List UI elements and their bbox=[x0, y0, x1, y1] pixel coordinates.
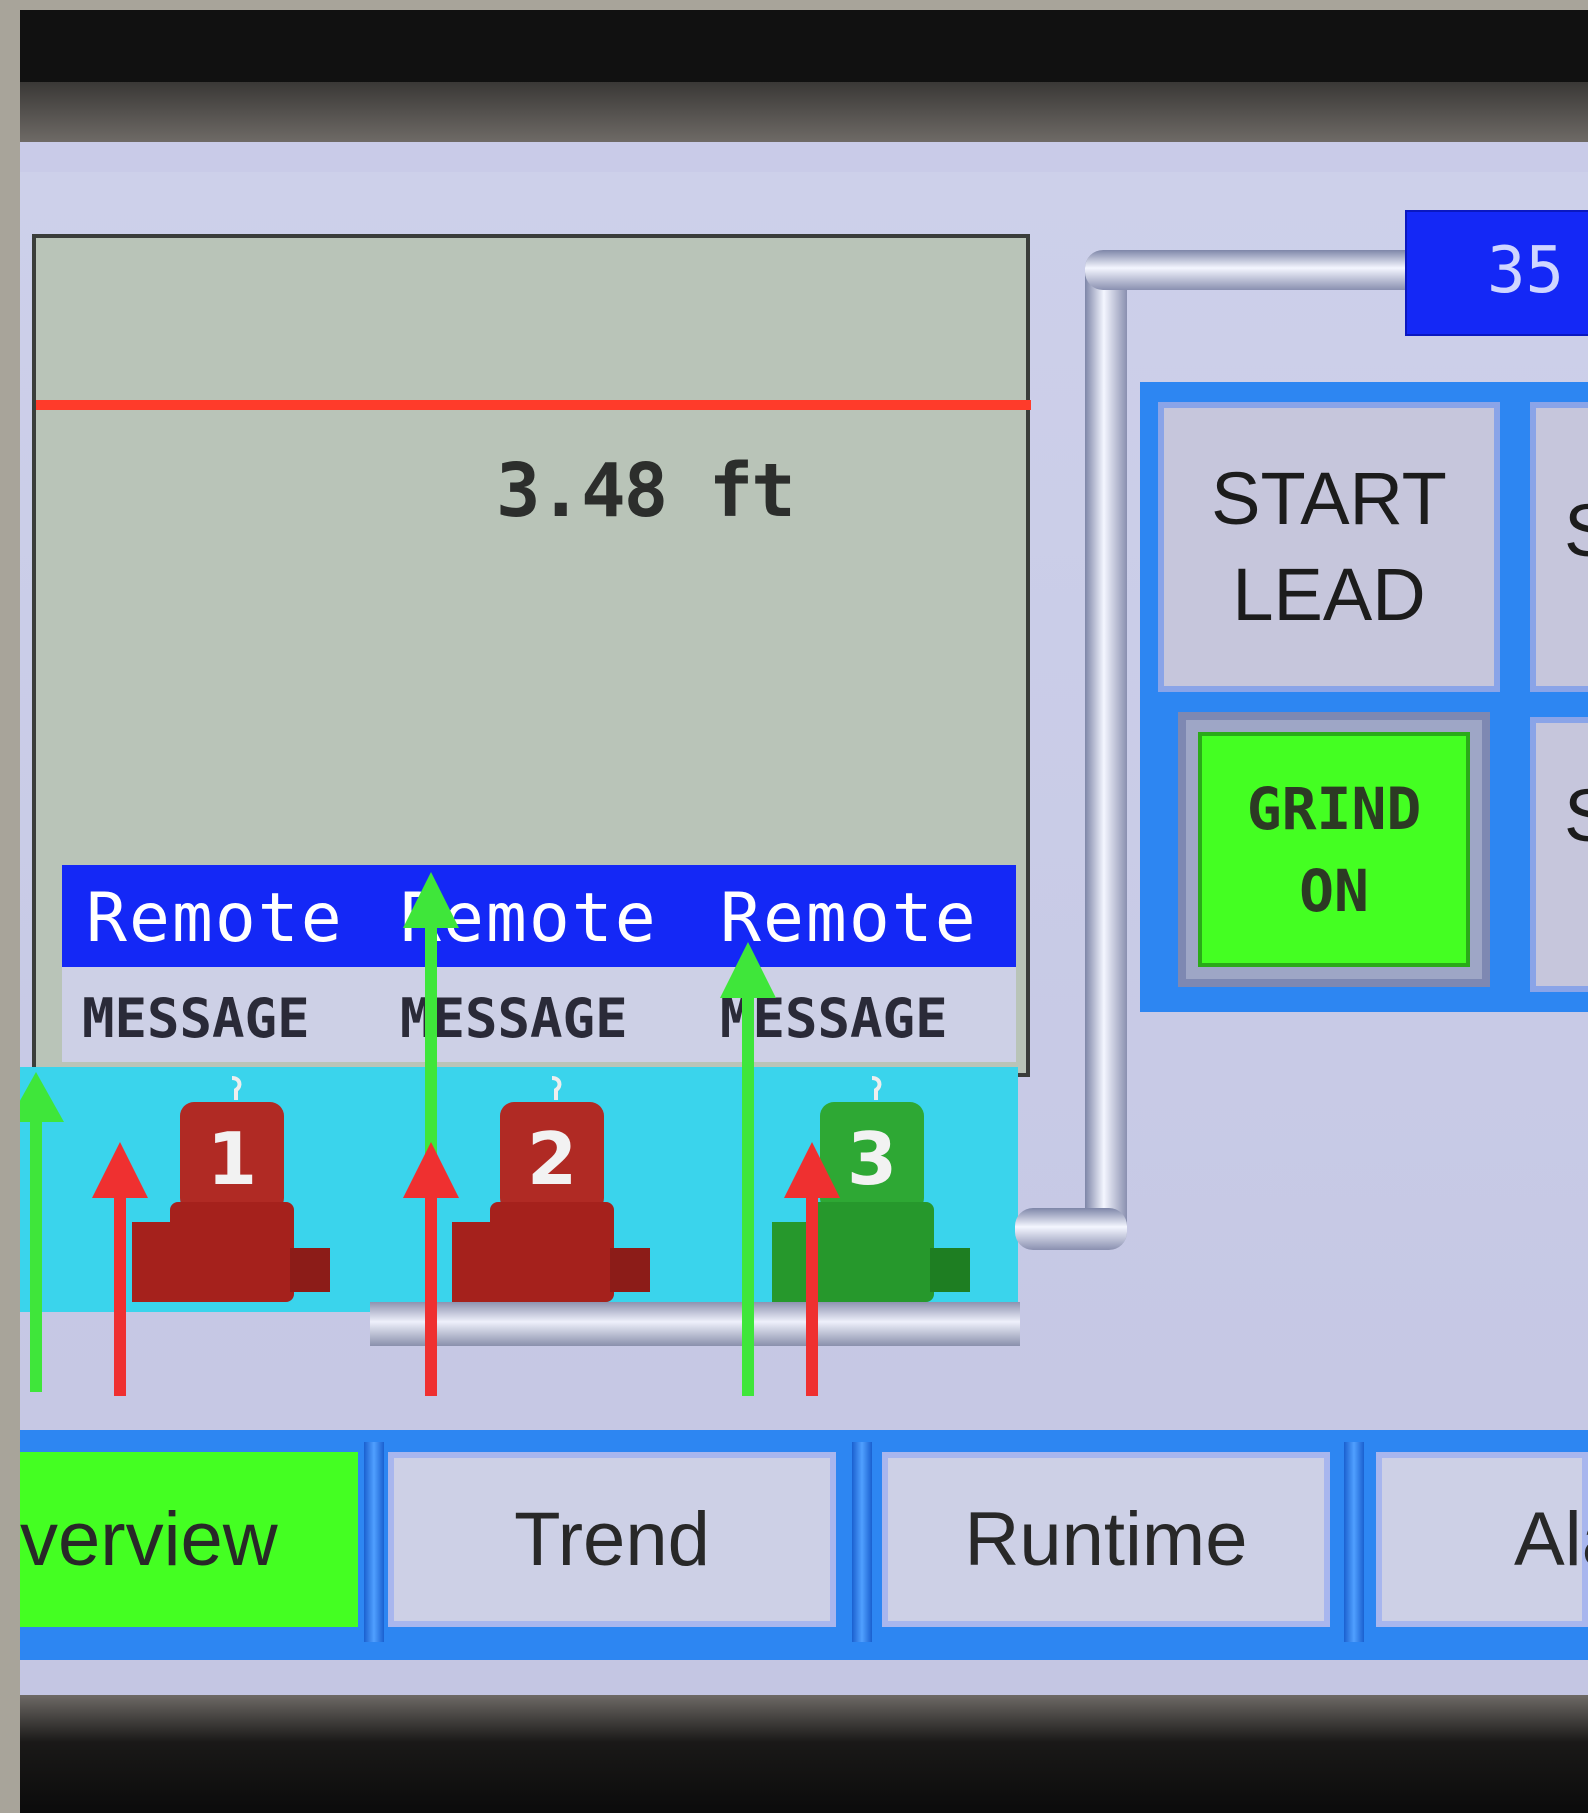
tab-alarms-label: Ala bbox=[1514, 1497, 1588, 1582]
tab-trend[interactable]: Trend bbox=[388, 1452, 836, 1627]
well-level-reading: 3.48 ft bbox=[496, 448, 796, 534]
monitor-bezel-band bbox=[20, 82, 1588, 142]
pump-1-message: MESSAGE bbox=[82, 987, 310, 1050]
pump-2[interactable]: 2 bbox=[452, 1072, 652, 1312]
pump-1-remote-label: Remote bbox=[86, 879, 344, 958]
tab-alarms[interactable]: Ala bbox=[1376, 1452, 1588, 1627]
pump-3-number: 3 bbox=[847, 1117, 897, 1201]
partial-control-label-bottom: S bbox=[1564, 773, 1588, 858]
start-lead-button[interactable]: START LEAD bbox=[1158, 402, 1500, 692]
tab-divider bbox=[364, 1442, 384, 1642]
start-lead-line2: LEAD bbox=[1232, 553, 1426, 636]
partial-control-button-bottom[interactable]: S bbox=[1530, 717, 1588, 992]
start-lead-line1: START bbox=[1211, 457, 1447, 540]
monitor-bezel-bottom bbox=[20, 1695, 1588, 1813]
discharge-pipe-elbow bbox=[1015, 1208, 1127, 1250]
tab-runtime[interactable]: Runtime bbox=[882, 1452, 1330, 1627]
pump-2-number: 2 bbox=[527, 1117, 577, 1201]
pump-1[interactable]: 1 bbox=[132, 1072, 332, 1312]
tab-trend-label: Trend bbox=[514, 1497, 710, 1582]
high-level-line bbox=[36, 400, 1031, 410]
tab-runtime-label: Runtime bbox=[964, 1497, 1248, 1582]
tab-overview[interactable]: verview bbox=[20, 1452, 358, 1627]
discharge-pipe-top bbox=[1085, 250, 1445, 290]
discharge-flow-value: 35 bbox=[1487, 234, 1565, 308]
grind-line2: ON bbox=[1299, 856, 1369, 925]
grind-on-button[interactable]: GRIND ON bbox=[1198, 732, 1470, 967]
partial-control-button-top[interactable]: S bbox=[1530, 402, 1588, 692]
monitor-bezel-top bbox=[20, 10, 1588, 82]
discharge-pipe-riser bbox=[1085, 250, 1127, 1250]
pump-1-number: 1 bbox=[207, 1117, 257, 1201]
discharge-flow-display: 35 bbox=[1405, 210, 1588, 336]
hmi-screen: 3.48 ft Remote Remote Remote MESSAGE MES… bbox=[20, 142, 1588, 1695]
tab-divider bbox=[1344, 1442, 1364, 1642]
tab-overview-label: verview bbox=[20, 1497, 278, 1582]
tab-divider bbox=[852, 1442, 872, 1642]
partial-control-label-top: S bbox=[1564, 488, 1588, 573]
grind-line1: GRIND bbox=[1246, 774, 1422, 843]
